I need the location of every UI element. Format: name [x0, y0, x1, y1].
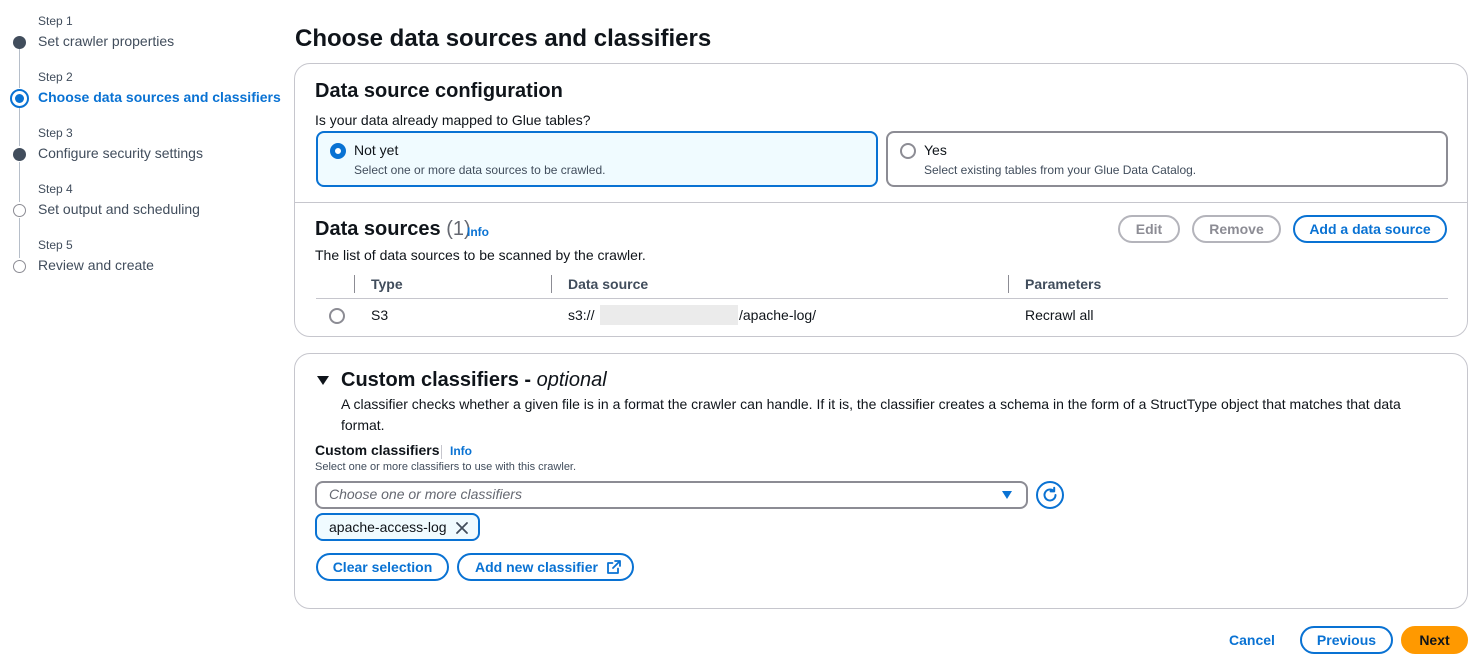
remove-button[interactable]: Remove	[1192, 215, 1281, 243]
classifier-token: apache-access-log	[315, 513, 480, 541]
edit-button[interactable]: Edit	[1118, 215, 1180, 243]
step-3[interactable]: Step 3 Configure security settings	[0, 126, 280, 182]
section-divider	[295, 202, 1467, 203]
cell-type: S3	[371, 307, 389, 323]
sources-info-link[interactable]: Info	[467, 225, 489, 239]
radio-selected-icon[interactable]	[330, 143, 346, 159]
step-done-icon	[13, 148, 26, 161]
step-done-icon	[13, 36, 26, 49]
option-label: Yes	[924, 142, 947, 158]
config-heading: Data source configuration	[315, 80, 563, 102]
classifiers-card: Custom classifiers - optional A classifi…	[294, 353, 1468, 609]
column-separator	[551, 275, 552, 293]
option-label: Not yet	[354, 142, 399, 158]
refresh-button[interactable]	[1036, 481, 1064, 509]
step-title: Set output and scheduling	[38, 201, 200, 217]
step-current-icon	[10, 89, 29, 108]
column-separator	[1008, 275, 1009, 293]
step-number: Step 1	[38, 14, 73, 28]
step-1[interactable]: Step 1 Set crawler properties	[0, 14, 280, 70]
cell-parameters: Recrawl all	[1025, 307, 1094, 323]
classifiers-desc: A classifier checks whether a given file…	[341, 396, 1401, 433]
step-number: Step 2	[38, 70, 73, 84]
step-5: Step 5 Review and create	[0, 238, 280, 294]
step-2[interactable]: Step 2 Choose data sources and classifie…	[0, 70, 281, 126]
select-placeholder: Choose one or more classifiers	[329, 486, 522, 502]
add-data-source-button[interactable]: Add a data source	[1293, 215, 1447, 243]
column-separator	[354, 275, 355, 293]
dismiss-icon[interactable]	[455, 521, 469, 535]
option-not-yet[interactable]: Not yet Select one or more data sources …	[316, 131, 878, 187]
step-number: Step 4	[38, 182, 73, 196]
step-title: Set crawler properties	[38, 33, 175, 49]
wizard-steps: Step 1 Set crawler properties Step 2 Cho…	[0, 0, 290, 300]
sources-heading: Data sources (1)	[315, 218, 471, 241]
classifier-select[interactable]: Choose one or more classifiers	[315, 481, 1028, 509]
sources-title: Data sources	[315, 218, 441, 240]
config-question: Is your data already mapped to Glue tabl…	[315, 112, 591, 128]
table-header-line	[316, 298, 1448, 299]
cancel-button[interactable]: Cancel	[1216, 626, 1288, 654]
step-pending-icon	[13, 260, 26, 273]
clear-selection-button[interactable]: Clear selection	[316, 553, 449, 581]
token-label: apache-access-log	[329, 519, 447, 535]
refresh-icon	[1043, 486, 1057, 502]
classifiers-optional: optional	[536, 369, 607, 391]
step-title: Review and create	[38, 257, 154, 273]
step-number: Step 5	[38, 238, 73, 252]
classifiers-info-link[interactable]: Info	[450, 444, 472, 458]
classifiers-title: Custom classifiers -	[341, 369, 537, 391]
column-type: Type	[371, 276, 403, 292]
classifiers-heading[interactable]: Custom classifiers - optional	[341, 369, 607, 392]
step-pending-icon	[13, 204, 26, 217]
step-title: Configure security settings	[38, 145, 203, 161]
previous-button[interactable]: Previous	[1300, 626, 1393, 654]
data-source-card: Data source configuration Is your data a…	[294, 63, 1468, 337]
step-title: Choose data sources and classifiers	[38, 89, 281, 105]
radio-unselected-icon[interactable]	[900, 143, 916, 159]
row-radio-icon[interactable]	[329, 308, 345, 324]
field-label: Custom classifiers	[315, 442, 440, 458]
redacted-bucket-name	[600, 305, 738, 325]
next-button[interactable]: Next	[1401, 626, 1468, 654]
column-parameters: Parameters	[1025, 276, 1102, 292]
expand-caret-icon[interactable]	[317, 376, 329, 385]
sources-desc: The list of data sources to be scanned b…	[315, 247, 646, 263]
step-number: Step 3	[38, 126, 73, 140]
page-title: Choose data sources and classifiers	[295, 25, 712, 52]
step-4: Step 4 Set output and scheduling	[0, 182, 280, 238]
cell-source-prefix: s3://	[568, 307, 595, 323]
caret-down-icon	[1002, 491, 1012, 499]
add-new-classifier-label: Add new classifier	[475, 559, 598, 575]
option-desc: Select one or more data sources to be cr…	[354, 163, 606, 177]
field-desc: Select one or more classifiers to use wi…	[315, 461, 577, 473]
external-link-icon	[607, 560, 621, 574]
add-new-classifier-button[interactable]: Add new classifier	[457, 553, 634, 581]
option-yes[interactable]: Yes Select existing tables from your Glu…	[886, 131, 1448, 187]
column-data-source: Data source	[568, 276, 649, 292]
label-separator	[441, 445, 442, 459]
option-desc: Select existing tables from your Glue Da…	[924, 163, 1197, 177]
cell-source-suffix: /apache-log/	[739, 307, 817, 323]
